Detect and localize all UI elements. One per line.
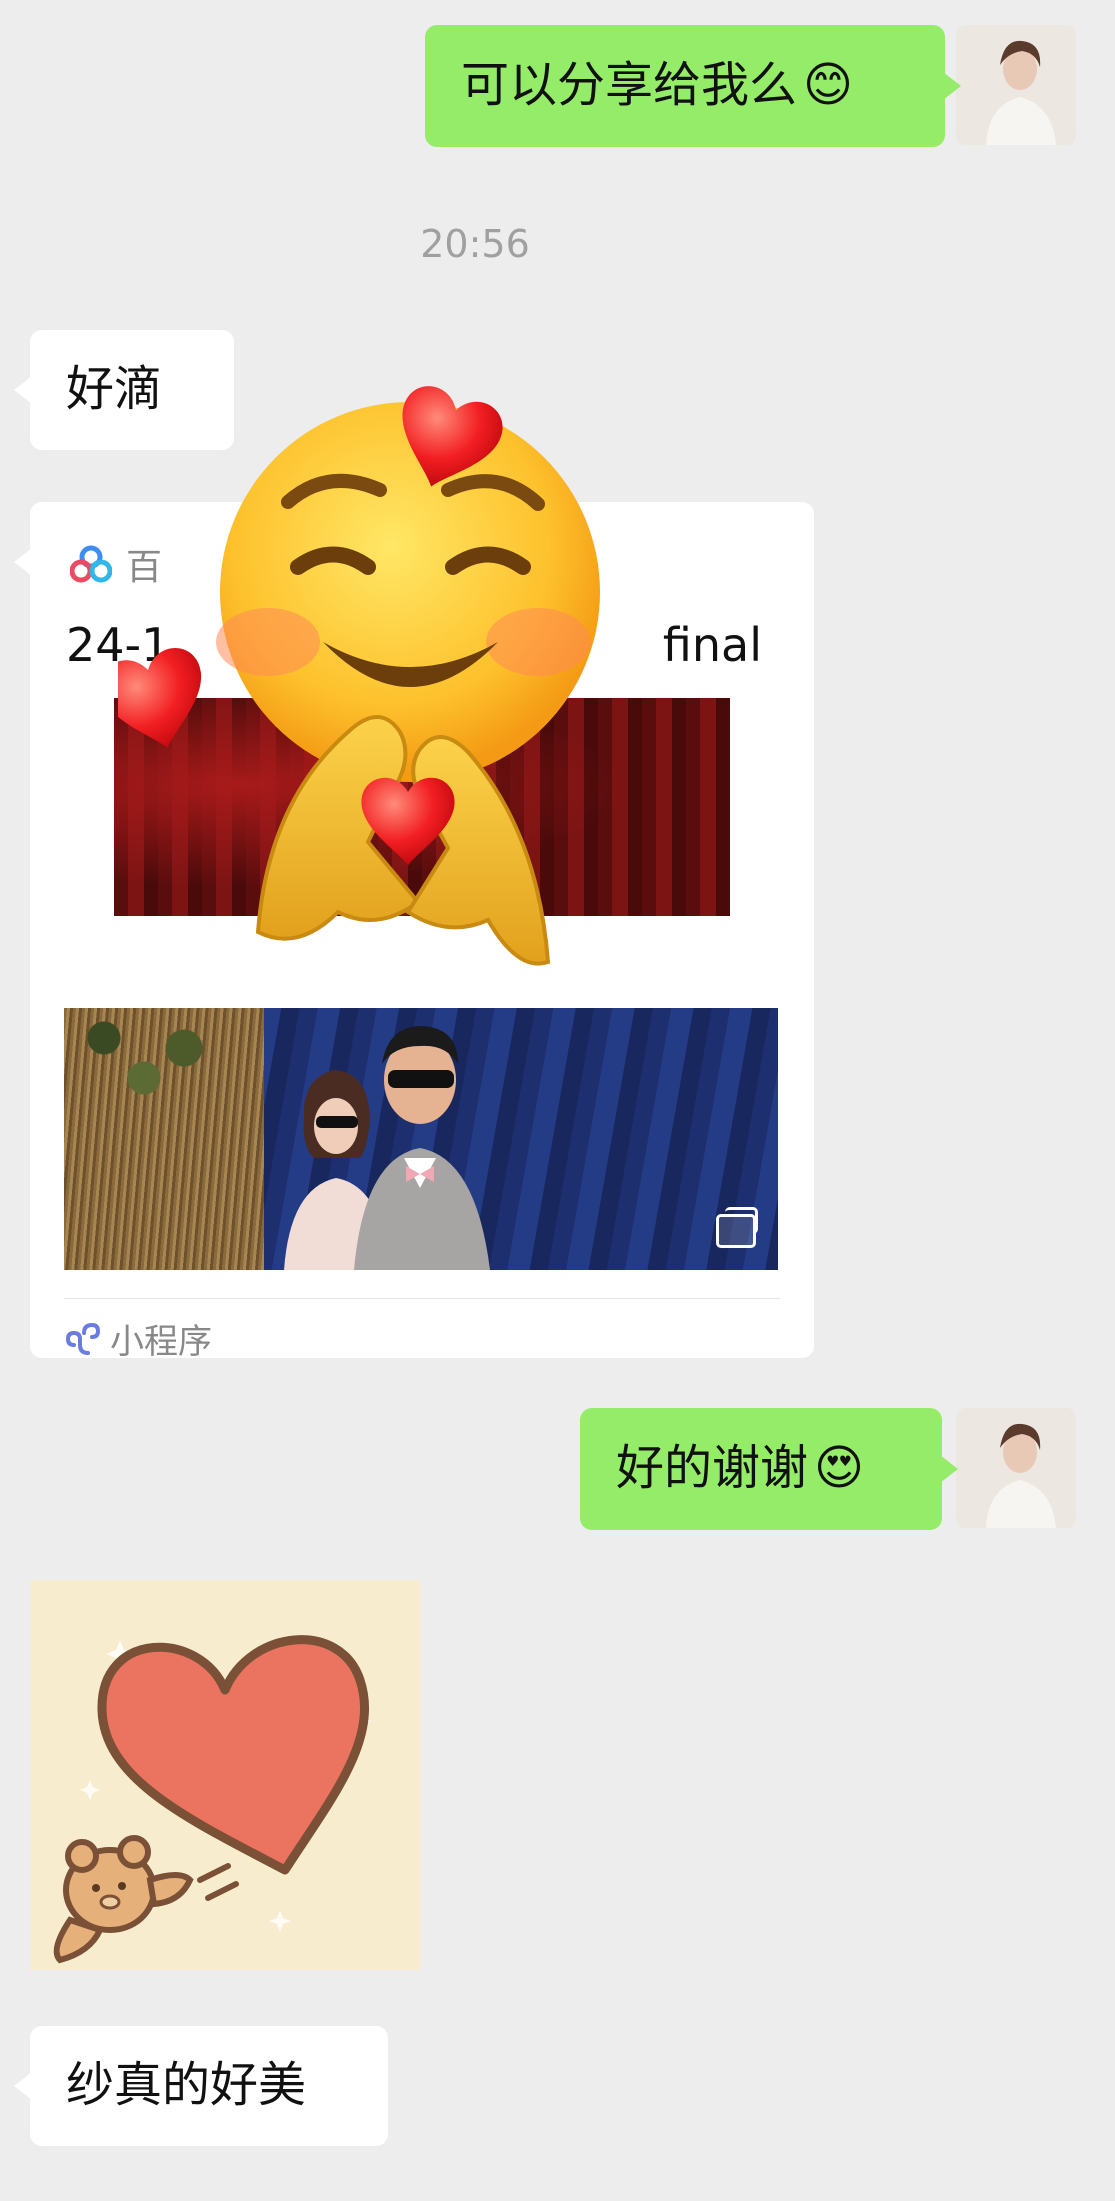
card-preview-photo [64,1008,778,1270]
heart-eyes-emoji-icon: 😍 [814,1440,865,1497]
dried-plants-decoration [64,1008,264,1270]
message-bubble-received[interactable]: 纱真的好美 [14,2026,388,2146]
card-divider [64,1298,780,1299]
mini-program-icon [65,1322,100,1355]
message-bubble-sent[interactable]: 可以分享给我么 😊 [425,25,961,147]
card-footer-label: 小程序 [110,1322,212,1362]
smiling-face-with-hearts-icon [118,386,600,966]
heart-sticker-image[interactable] [30,1580,420,1970]
baidu-netdisk-icon [70,545,112,583]
multi-image-icon [716,1207,758,1248]
message-text: 可以分享给我么 [461,57,798,114]
message-text: 纱真的好美 [66,2057,307,2114]
smiling-face-emoji-icon: 😊 [803,57,854,114]
timestamp: 20:56 [420,222,530,266]
heart-with-bear-icon [53,1635,371,1964]
own-avatar[interactable] [956,1408,1076,1528]
couple-photo [284,1026,490,1270]
message-bubble-sent[interactable]: 好的谢谢 😍 [580,1408,958,1530]
card-footer: 小程序 [64,1314,212,1363]
message-text: 好的谢谢 [616,1440,809,1497]
own-avatar[interactable] [956,25,1076,145]
